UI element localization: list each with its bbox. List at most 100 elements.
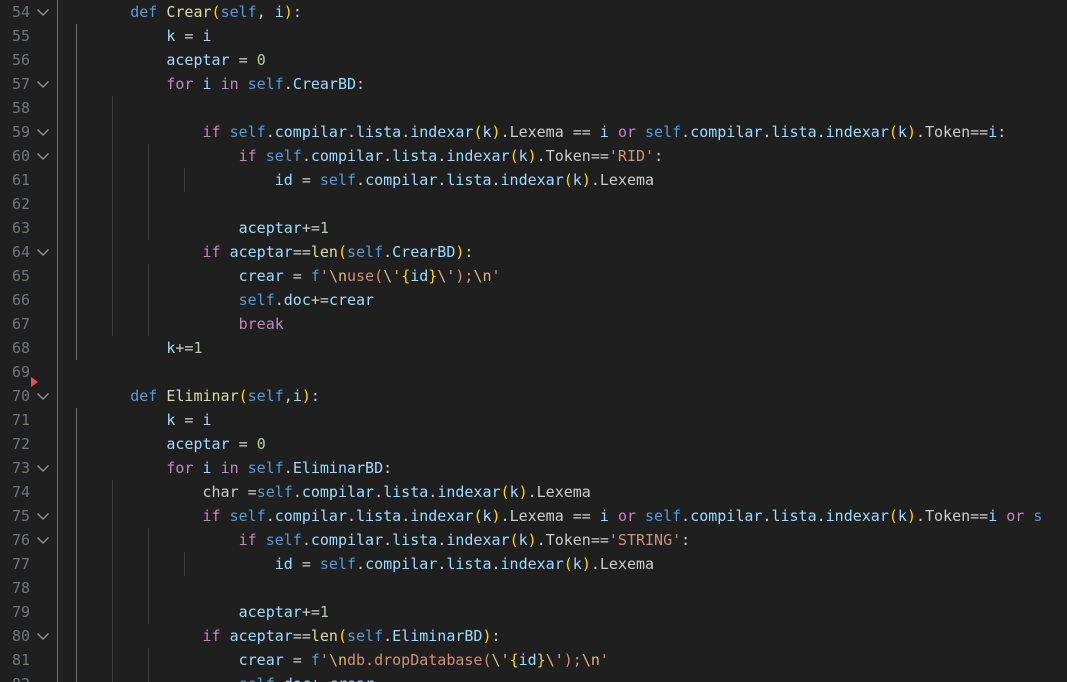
token-p1: ( — [211, 3, 221, 21]
chevron-down-icon[interactable] — [36, 72, 52, 96]
chevron-down-icon[interactable] — [36, 624, 52, 648]
token-op: == — [563, 123, 600, 141]
code-line[interactable]: k = i — [58, 408, 1067, 432]
token-prop: Lexema — [599, 171, 655, 189]
chevron-down-icon[interactable] — [36, 144, 52, 168]
code-line[interactable]: if self.compilar.lista.indexar(k).Token=… — [58, 144, 1067, 168]
gutter-line: 62 — [0, 192, 58, 216]
token-op — [212, 459, 221, 477]
chevron-down-icon[interactable] — [36, 384, 52, 408]
token-op — [221, 123, 230, 141]
token-var: aceptar — [229, 627, 293, 645]
code-line-list[interactable]: def Crear(self, i): k = i aceptar = 0 fo… — [58, 0, 1067, 682]
code-line[interactable]: for i in self.EliminarBD: — [58, 456, 1067, 480]
code-line[interactable]: self.doc+=crear — [58, 288, 1067, 312]
token-op: . — [401, 123, 411, 141]
code-line[interactable] — [58, 96, 1067, 120]
token-str: ' — [319, 267, 329, 285]
code-line[interactable]: if self.compilar.lista.indexar(k).Lexema… — [58, 504, 1067, 528]
token-kw2: self — [247, 459, 284, 477]
token-kw: or — [617, 123, 636, 141]
code-line[interactable]: self.doc+=crear — [58, 672, 1067, 682]
token-op — [58, 267, 239, 285]
line-number: 59 — [11, 123, 30, 141]
token-fn: Eliminar — [166, 387, 239, 405]
code-line[interactable]: for i in self.CrearBD: — [58, 72, 1067, 96]
code-line-text: aceptar+=1 — [58, 216, 329, 240]
editor-gutter[interactable]: 54 55 56 57 58 59 60 61 62 63 64 65 66 67 68 69 70 71 72 73… — [0, 0, 58, 682]
gutter-line: 58 — [0, 96, 58, 120]
token-op: . — [347, 507, 357, 525]
token-prop: Lexema — [509, 507, 564, 525]
token-kw2: self — [319, 555, 357, 573]
gutter-line: 65 — [0, 264, 58, 288]
code-line[interactable]: if self.compilar.lista.indexar(k).Lexema… — [58, 120, 1067, 144]
code-line-text: if self.compilar.lista.indexar(k).Lexema… — [58, 504, 1043, 528]
token-var: indexar — [500, 555, 564, 573]
token-esc: \n — [328, 267, 347, 285]
token-var: id — [410, 267, 429, 285]
code-line[interactable]: if self.compilar.lista.indexar(k).Token=… — [58, 528, 1067, 552]
token-op — [257, 147, 266, 165]
token-str: ); — [563, 651, 582, 669]
chevron-down-icon[interactable] — [36, 120, 52, 144]
code-line[interactable]: aceptar = 0 — [58, 432, 1067, 456]
chevron-down-icon[interactable] — [36, 240, 52, 264]
code-line[interactable]: def Crear(self, i): — [58, 0, 1067, 24]
token-kw2: self — [247, 387, 284, 405]
token-op — [609, 507, 618, 525]
token-var: k — [897, 123, 907, 141]
token-kw: or — [617, 507, 636, 525]
code-line[interactable]: def Eliminar(self,i): — [58, 384, 1067, 408]
token-op — [58, 483, 203, 501]
token-op: : — [681, 531, 691, 549]
code-line[interactable]: if aceptar==len(self.EliminarBD): — [58, 624, 1067, 648]
token-op — [58, 147, 239, 165]
code-line[interactable]: crear = f'\ndb.dropDatabase(\'{id}\');\n… — [58, 648, 1067, 672]
token-prop: Token — [545, 531, 591, 549]
code-line[interactable]: id = self.compilar.lista.indexar(k).Lexe… — [58, 168, 1067, 192]
code-line[interactable]: char =self.compilar.lista.indexar(k).Lex… — [58, 480, 1067, 504]
breakpoint-marker-icon[interactable] — [31, 377, 38, 387]
code-editor[interactable]: 54 55 56 57 58 59 60 61 62 63 64 65 66 67 68 69 70 71 72 73… — [0, 0, 1067, 682]
token-op: . — [383, 531, 393, 549]
token-var: compilar — [690, 507, 763, 525]
code-line[interactable]: k = i — [58, 24, 1067, 48]
line-number: 75 — [11, 507, 30, 525]
code-line[interactable]: id = self.compilar.lista.indexar(k).Lexe… — [58, 552, 1067, 576]
code-line[interactable] — [58, 360, 1067, 384]
token-op — [58, 435, 166, 453]
token-op — [58, 27, 166, 45]
line-number: 80 — [11, 627, 30, 645]
code-line[interactable]: break — [58, 312, 1067, 336]
code-content[interactable]: def Crear(self, i): k = i aceptar = 0 fo… — [58, 0, 1067, 682]
code-line[interactable]: aceptar+=1 — [58, 600, 1067, 624]
token-num: 0 — [256, 51, 266, 69]
chevron-down-icon[interactable] — [36, 528, 52, 552]
code-line[interactable]: aceptar = 0 — [58, 48, 1067, 72]
line-number: 76 — [11, 531, 30, 549]
chevron-down-icon[interactable] — [36, 456, 52, 480]
line-number-list: 54 55 56 57 58 59 60 61 62 63 64 65 66 67 68 69 70 71 72 73… — [0, 0, 58, 682]
indent-guide — [76, 96, 77, 120]
token-var: k — [572, 171, 582, 189]
token-var: lista — [771, 507, 817, 525]
chevron-down-icon[interactable] — [36, 504, 52, 528]
code-line[interactable] — [58, 576, 1067, 600]
token-var: indexar — [446, 531, 510, 549]
code-line[interactable]: aceptar+=1 — [58, 216, 1067, 240]
chevron-down-icon[interactable] — [36, 0, 52, 24]
code-line[interactable]: if aceptar==len(self.CrearBD): — [58, 240, 1067, 264]
code-line[interactable]: crear = f'\nuse(\'{id}\');\n' — [58, 264, 1067, 288]
token-op: . — [383, 627, 393, 645]
code-line[interactable]: k+=1 — [58, 336, 1067, 360]
token-str: ' — [491, 267, 501, 285]
token-p1: ) — [491, 507, 501, 525]
token-op: . — [283, 459, 293, 477]
line-number: 70 — [11, 387, 30, 405]
token-var: EliminarBD — [292, 459, 384, 477]
code-line[interactable] — [58, 192, 1067, 216]
token-str: 'STRING' — [608, 531, 682, 549]
token-kw: or — [1006, 507, 1025, 525]
code-line-text: char =self.compilar.lista.indexar(k).Lex… — [58, 480, 591, 504]
